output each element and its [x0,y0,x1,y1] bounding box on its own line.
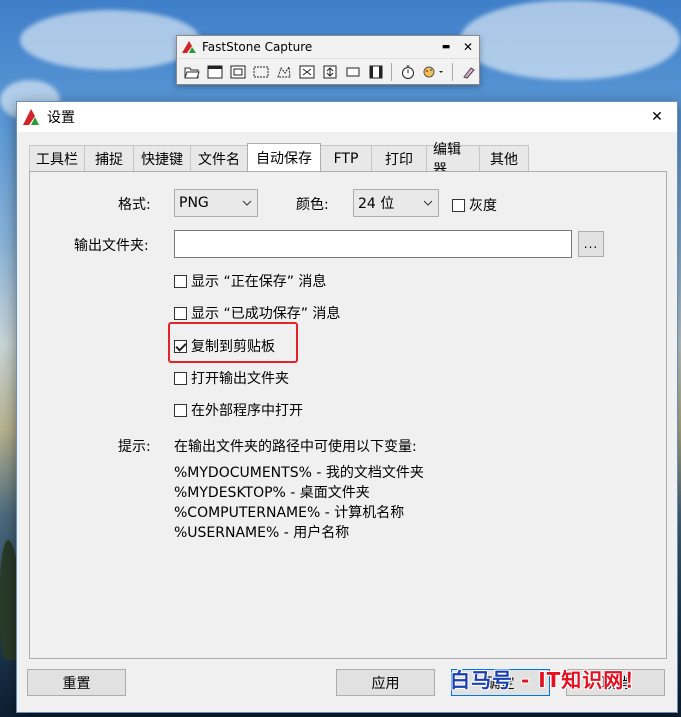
faststone-titlebar[interactable]: FastStone Capture ▬ ✕ [177,36,479,58]
faststone-logo-icon [182,41,196,53]
dialog-close-button[interactable]: ✕ [637,102,677,132]
format-select[interactable]: PNG [174,189,258,217]
freehand-icon[interactable] [273,61,294,83]
grayscale-label: 灰度 [469,198,497,214]
option-label: 显示 “正在保存” 消息 [191,274,327,290]
dialog-titlebar[interactable]: 设置 ✕ [17,102,677,132]
checkbox-box-checked[interactable] [174,339,187,353]
settings-dialog: 设置 ✕ 工具栏 捕捉 快捷键 文件名 自动保存 FTP 打印 编辑器 其他 格… [16,101,678,713]
hint-label: 提示: [118,439,151,455]
option-label: 在外部程序中打开 [191,403,303,419]
format-value: PNG [179,195,209,211]
color-picker-icon[interactable] [458,61,479,83]
toolbar-separator [391,62,393,81]
timer-icon[interactable] [397,61,418,83]
faststone-toolbar-window[interactable]: FastStone Capture ▬ ✕ [176,35,480,85]
desktop-cloud [460,0,680,80]
tab-autosave[interactable]: 自动保存 [247,143,321,171]
chevron-down-icon [237,200,257,206]
faststone-logo-icon [23,109,39,125]
open-in-external-program-checkbox[interactable]: 在外部程序中打开 [174,400,303,420]
tab-toolbar[interactable]: 工具栏 [29,145,85,171]
checkbox-box[interactable] [174,274,187,288]
checkbox-box[interactable] [174,306,187,320]
open-output-folder-checkbox[interactable]: 打开输出文件夹 [174,368,289,388]
open-icon[interactable] [181,61,202,83]
faststone-tool-row [177,58,479,84]
output-folder-input[interactable] [174,230,572,258]
checkbox-box[interactable] [174,371,187,385]
tab-ftp[interactable]: FTP [320,145,372,171]
color-label: 颜色: [296,197,329,213]
tab-print[interactable]: 打印 [371,145,427,171]
tab-editor[interactable]: 编辑器 [426,142,480,178]
tab-hotkeys[interactable]: 快捷键 [133,145,191,171]
fullscreen-icon[interactable] [296,61,317,83]
hint-variable: %MYDOCUMENTS% - 我的文档文件夹 [174,465,424,481]
watermark-part1: 白马号 [450,668,513,692]
video-icon[interactable] [365,61,386,83]
autosave-panel: 格式: PNG 颜色: 24 位 灰度 输出文件夹: ... 显示 “正在保存”… [29,171,667,659]
desktop-cloud [20,10,200,70]
tab-capture[interactable]: 捕捉 [84,145,134,171]
option-label: 打开输出文件夹 [191,371,289,387]
option-label: 复制到剪贴板 [191,339,275,355]
hint-variable: %COMPUTERNAME% - 计算机名称 [174,505,405,521]
checkbox-box[interactable] [174,403,187,417]
rect-region-icon[interactable] [250,61,271,83]
format-label: 格式: [118,197,151,213]
hint-variable: %MYDESKTOP% - 桌面文件夹 [174,485,370,501]
apply-button[interactable]: 应用 [336,669,435,696]
browse-folder-button[interactable]: ... [578,231,604,257]
checkbox-box[interactable] [452,198,465,212]
settings-icon[interactable] [420,61,447,83]
option-label: 显示 “已成功保存” 消息 [191,306,341,322]
scroll-icon[interactable] [319,61,340,83]
watermark-part2: - IT知识网！ [513,668,646,692]
faststone-title: FastStone Capture [202,40,313,54]
faststone-close-button[interactable]: ✕ [457,40,479,54]
grayscale-checkbox[interactable]: 灰度 [452,195,497,215]
site-watermark: 白马号 - IT知识网！ [450,664,645,693]
color-select[interactable]: 24 位 [353,189,439,217]
window-icon[interactable] [204,61,225,83]
object-icon[interactable] [227,61,248,83]
color-value: 24 位 [358,196,395,212]
reset-button[interactable]: 重置 [27,669,126,696]
hint-variable: %USERNAME% - 用户名称 [174,525,350,541]
tab-filename[interactable]: 文件名 [190,145,248,171]
output-folder-label: 输出文件夹: [74,238,149,254]
toolbar-separator [452,62,453,81]
fixed-region-icon[interactable] [342,61,363,83]
tab-other[interactable]: 其他 [479,145,529,171]
dialog-title: 设置 [47,110,75,126]
chevron-down-icon [418,200,438,206]
faststone-minimize-button[interactable]: ▬ [435,42,457,52]
copy-to-clipboard-checkbox[interactable]: 复制到剪贴板 [174,336,275,356]
show-saved-message-checkbox[interactable]: 显示 “已成功保存” 消息 [174,303,340,323]
hint-intro: 在输出文件夹的路径中可使用以下变量: [174,439,417,455]
settings-tabs: 工具栏 捕捉 快捷键 文件名 自动保存 FTP 打印 编辑器 其他 [29,142,529,178]
show-saving-message-checkbox[interactable]: 显示 “正在保存” 消息 [174,271,326,291]
